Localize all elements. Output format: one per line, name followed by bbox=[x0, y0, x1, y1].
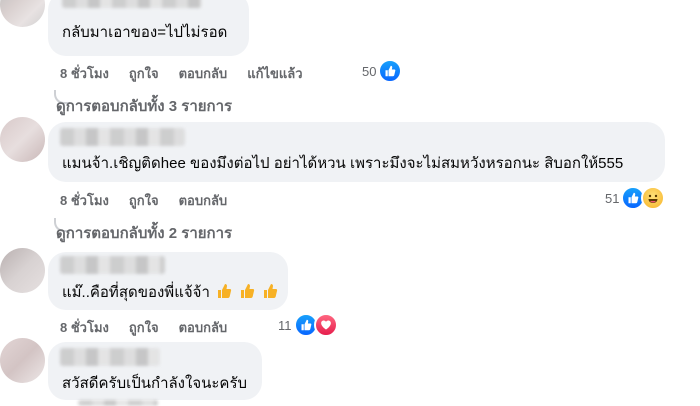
blurred-author-name bbox=[60, 348, 160, 366]
comment-text: แม๊..คือที่สุดของพี่แจ้จ้า bbox=[62, 283, 279, 303]
comment-text: แมนจ้า.เชิญติดhee ของมึงต่อไป อย่าได้หวน… bbox=[62, 155, 624, 172]
view-replies-link[interactable]: ดูการตอบกลับทั้ง 3 รายการ bbox=[56, 94, 232, 118]
avatar[interactable] bbox=[0, 117, 45, 162]
reaction-summary[interactable]: 50 bbox=[362, 59, 403, 83]
comment-text: กลับมาเอาของ=ไปไม่รอด bbox=[62, 24, 228, 41]
view-replies-label: ดูการตอบกลับทั้ง 3 รายการ bbox=[56, 98, 233, 115]
comment-bubble: กลับมาเอาของ=ไปไม่รอด bbox=[48, 0, 249, 56]
thumbs-up-icon bbox=[241, 284, 255, 298]
thumbs-up-icon bbox=[264, 284, 278, 298]
comment-actions: 8 ชั่วโมง ถูกใจ ตอบกลับ bbox=[60, 190, 227, 211]
blurred-author-name bbox=[60, 256, 165, 274]
timestamp-link[interactable]: 8 ชั่วโมง bbox=[60, 63, 109, 84]
avatar[interactable] bbox=[0, 0, 45, 27]
timestamp-link[interactable]: 8 ชั่วโมง bbox=[60, 190, 109, 211]
reaction-count: 11 bbox=[278, 317, 292, 333]
reaction-summary[interactable]: 11 bbox=[278, 313, 338, 337]
comment-text: สวัสดีครับเป็นกำลังใจนะครับ bbox=[62, 375, 248, 392]
timestamp-link[interactable]: 8 ชั่วโมง bbox=[60, 317, 109, 338]
view-replies-link[interactable]: ดูการตอบกลับทั้ง 2 รายการ bbox=[56, 221, 232, 245]
reaction-count: 51 bbox=[605, 190, 620, 206]
like-button[interactable]: ถูกใจ bbox=[129, 190, 159, 211]
reaction-count: 50 bbox=[362, 63, 377, 79]
comment-actions: 8 ชั่วโมง ถูกใจ ตอบกลับ แก้ไขแล้ว bbox=[60, 63, 303, 84]
comment-bubble: แมนจ้า.เชิญติดhee ของมึงต่อไป อย่าได้หวน… bbox=[48, 122, 665, 182]
avatar[interactable] bbox=[0, 248, 45, 293]
reaction-summary[interactable]: 51 bbox=[605, 186, 666, 210]
blurred-author-name bbox=[60, 128, 185, 146]
haha-icon bbox=[641, 186, 666, 210]
comment-bubble: แม๊..คือที่สุดของพี่แจ้จ้า bbox=[48, 252, 288, 310]
edited-label: แก้ไขแล้ว bbox=[247, 66, 303, 81]
like-button[interactable]: ถูกใจ bbox=[129, 317, 159, 338]
comment-text-body: แม๊..คือที่สุดของพี่แจ้จ้า bbox=[62, 284, 210, 301]
love-icon bbox=[313, 313, 338, 337]
blurred-next-item bbox=[78, 400, 158, 406]
like-icon bbox=[378, 59, 403, 83]
view-replies-label: ดูการตอบกลับทั้ง 2 รายการ bbox=[56, 225, 233, 242]
comment-bubble: สวัสดีครับเป็นกำลังใจนะครับ bbox=[48, 342, 262, 400]
avatar[interactable] bbox=[0, 338, 45, 383]
reply-button[interactable]: ตอบกลับ bbox=[179, 63, 228, 84]
reply-button[interactable]: ตอบกลับ bbox=[179, 317, 228, 338]
like-button[interactable]: ถูกใจ bbox=[129, 63, 159, 84]
reply-button[interactable]: ตอบกลับ bbox=[179, 190, 228, 211]
comment-actions: 8 ชั่วโมง ถูกใจ ตอบกลับ bbox=[60, 317, 227, 338]
thumbs-up-icon bbox=[218, 284, 232, 298]
blurred-author-name bbox=[62, 0, 202, 8]
